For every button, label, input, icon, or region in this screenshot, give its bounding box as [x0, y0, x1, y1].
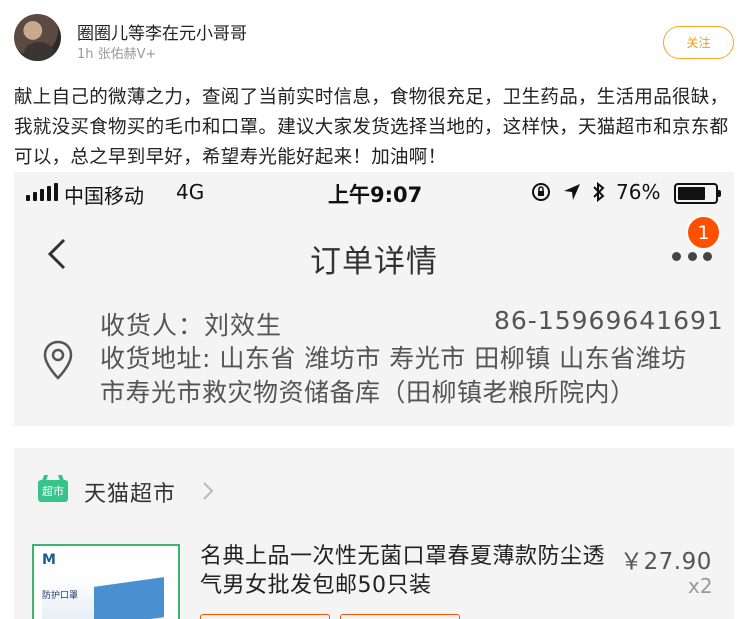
bluetooth-icon — [593, 181, 605, 203]
recipient-name: 收货人：刘效生 — [100, 311, 283, 340]
recipient-phone: 86-15969641691 — [494, 306, 724, 335]
avatar[interactable] — [14, 14, 61, 61]
battery-percent: 76% — [616, 180, 661, 204]
post-text: 献上自己的微薄之力，查阅了当前实时信息，食物很充足，卫生药品，生活用品很缺，我就… — [14, 87, 729, 168]
status-time: 上午9:07 — [328, 183, 423, 207]
store-row[interactable]: 超市 天猫超市 — [14, 448, 734, 528]
store-name[interactable]: 天猫超市 — [84, 476, 176, 508]
product-tag — [200, 614, 330, 619]
product-quantity: x2 — [688, 574, 713, 598]
post-meta: 1h 张佑赫V+ — [77, 47, 157, 62]
product-thumbnail[interactable]: M 防护口罩 — [32, 544, 180, 619]
chevron-right-icon[interactable] — [200, 480, 216, 502]
location-pin-icon — [43, 340, 73, 380]
status-bar: 中国移动 4G 上午9:07 76% — [14, 172, 734, 214]
tmall-supermarket-logo: 超市 — [38, 480, 68, 502]
more-icon[interactable] — [672, 248, 712, 264]
section-divider — [14, 426, 734, 448]
product-box-text: 防护口罩 — [42, 591, 79, 601]
product-price: ￥27.90 — [620, 549, 712, 575]
carrier-label: 中国移动 — [64, 184, 144, 208]
rotation-lock-icon — [532, 183, 550, 201]
signal-icon — [26, 183, 58, 201]
page-title: 订单详情 — [310, 244, 438, 280]
embedded-screenshot[interactable]: 中国移动 4G 上午9:07 76% 订单详情 1 收货人：刘效生 86-159… — [14, 172, 734, 619]
shipping-address: 收货地址: 山东省 潍坊市 寿光市 田柳镇 山东省潍坊市寿光市救灾物资储备库（田… — [100, 344, 687, 407]
product-tag — [340, 614, 460, 619]
product-title[interactable]: 名典上品一次性无菌口罩春夏薄款防尘透气男女批发包邮50只装 — [200, 542, 620, 600]
product-row[interactable]: M 防护口罩 名典上品一次性无菌口罩春夏薄款防尘透气男女批发包邮50只装 ￥27… — [14, 528, 734, 619]
battery-icon — [674, 183, 721, 204]
status-icons: 76% — [530, 180, 660, 204]
network-label: 4G — [176, 180, 205, 204]
follow-button[interactable]: 关注 — [663, 26, 734, 59]
username[interactable]: 圈圈儿等李在元小哥哥 — [77, 19, 247, 44]
location-arrow-icon — [564, 184, 580, 200]
notification-badge: 1 — [686, 215, 721, 250]
address-card[interactable]: 收货人：刘效生 86-15969641691 收货地址: 山东省 潍坊市 寿光市… — [14, 296, 734, 426]
product-brand-logo: M — [42, 552, 56, 568]
nav-bar: 订单详情 1 — [14, 214, 734, 296]
